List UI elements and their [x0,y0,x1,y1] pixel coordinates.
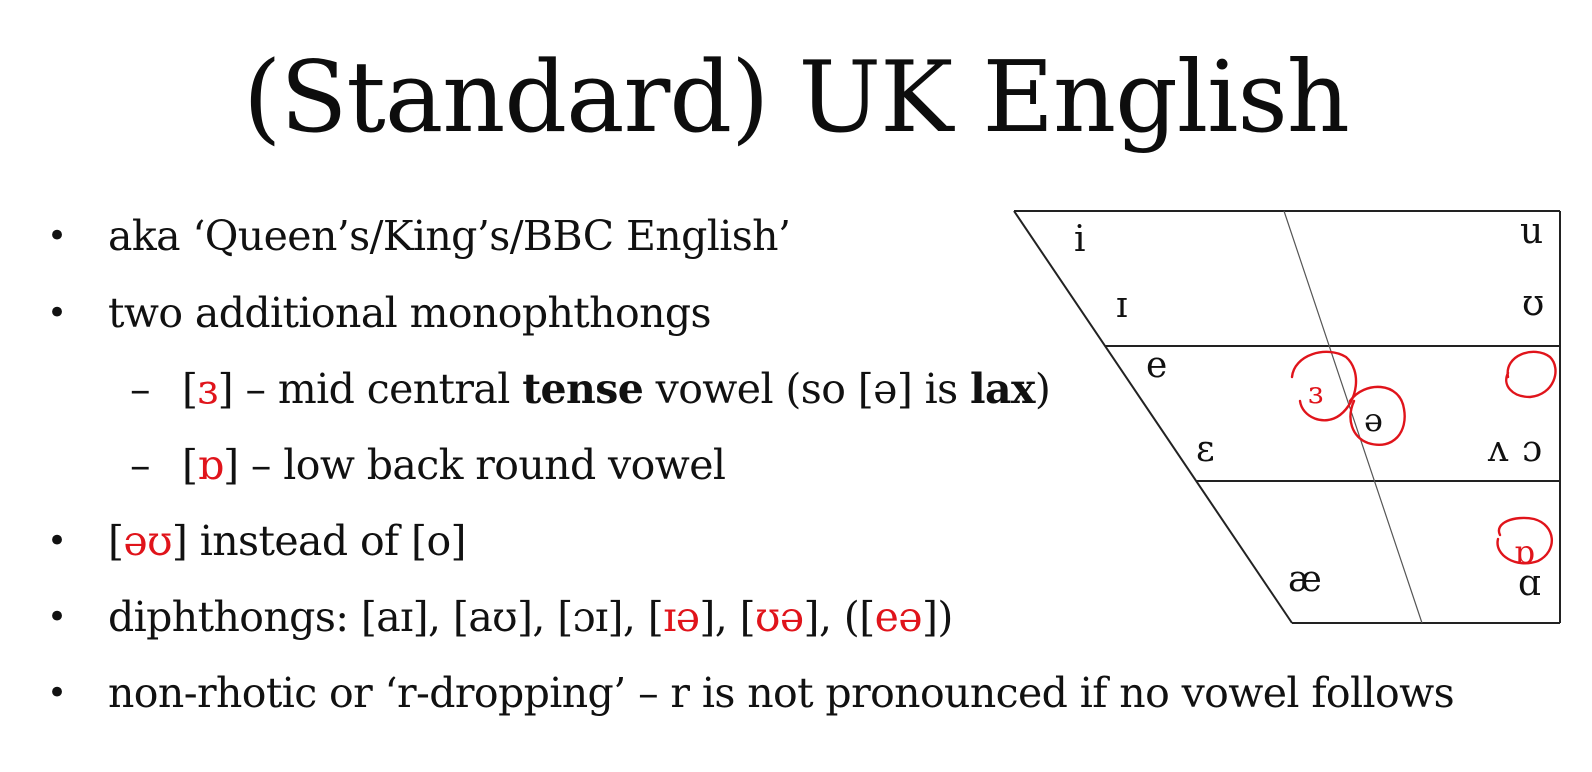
ipa-symbol: ɒ [197,441,224,489]
bullet-text: [əʊ] instead of [o] [108,516,467,566]
ipa-symbol: ɪə [663,593,700,641]
bullet-text: two additional monophthongs [108,289,712,337]
vowel-schwa: ə [1364,401,1383,439]
ipa-symbol: eə [874,593,923,641]
bold-term: tense [522,365,644,413]
vowel-i: i [1074,219,1086,260]
text-part: ], [ [699,593,756,641]
bullet-marker: • [47,597,68,637]
empty-circle-annotation [1505,350,1557,399]
circle-around-open-mid-central [1290,350,1358,422]
text-part: [ [182,365,198,413]
text-part: ] instead of [o] [171,517,467,565]
sub-bullet-text: [ɒ] – low back round vowel [182,440,726,490]
bullet-marker: • [47,673,68,713]
ipa-symbol: ʊə [755,593,804,641]
ipa-symbol: ɜ [197,365,218,413]
text-part: ], ([ [803,593,876,641]
text-part: [ [182,441,198,489]
vowel-wedge: ʌ [1487,429,1509,470]
bullet-text: non-rhotic or ‘r-dropping’ – r is not pr… [108,669,1455,717]
vowel-near-close-back: ʊ [1522,283,1544,324]
text-part: ] – low back round vowel [223,441,726,489]
vowel-near-close-front: ɪ [1116,285,1128,326]
bullet-marker: • [47,216,68,256]
text-part: vowel (so [ə] is [643,365,971,413]
vowel-open-back-rounded: ɒ [1514,533,1534,571]
bullet-marker: • [47,293,68,333]
vowel-u: u [1520,211,1543,252]
text-part: ]) [921,593,953,641]
vowel-trapezoid [1013,210,1561,624]
sub-bullet-text: [ɜ] – mid central tense vowel (so [ə] is… [182,364,1051,414]
text-part: diphthongs: [aɪ], [aʊ], [ɔɪ], [ [108,593,664,641]
ipa-symbol: əʊ [123,517,172,565]
chart-left-edge [1013,210,1293,624]
vowel-symbols: i ɪ e ɛ æ u ʊ ʌ ɔ ɑ ə ɜ ɒ [1074,211,1544,604]
vowel-open-o: ɔ [1522,429,1542,470]
handwritten-annotations [1290,350,1557,565]
vowel-e: e [1146,345,1167,386]
dash-marker: – [130,441,151,489]
bullet-marker: • [47,521,68,561]
vowel-chart: i ɪ e ɛ æ u ʊ ʌ ɔ ɑ ə ɜ ɒ [1013,210,1561,624]
bullet-text: aka ‘Queen’s/King’s/BBC English’ [108,212,791,260]
text-part: [ [108,517,124,565]
vowel-ae: æ [1288,559,1322,600]
vowel-open-mid-central: ɜ [1308,376,1323,411]
bullet-text: diphthongs: [aɪ], [aʊ], [ɔɪ], [ɪə], [ʊə]… [108,592,953,642]
dash-marker: – [130,365,151,413]
vowel-open-mid-front: ɛ [1196,429,1215,470]
text-part: ] – mid central [217,365,523,413]
